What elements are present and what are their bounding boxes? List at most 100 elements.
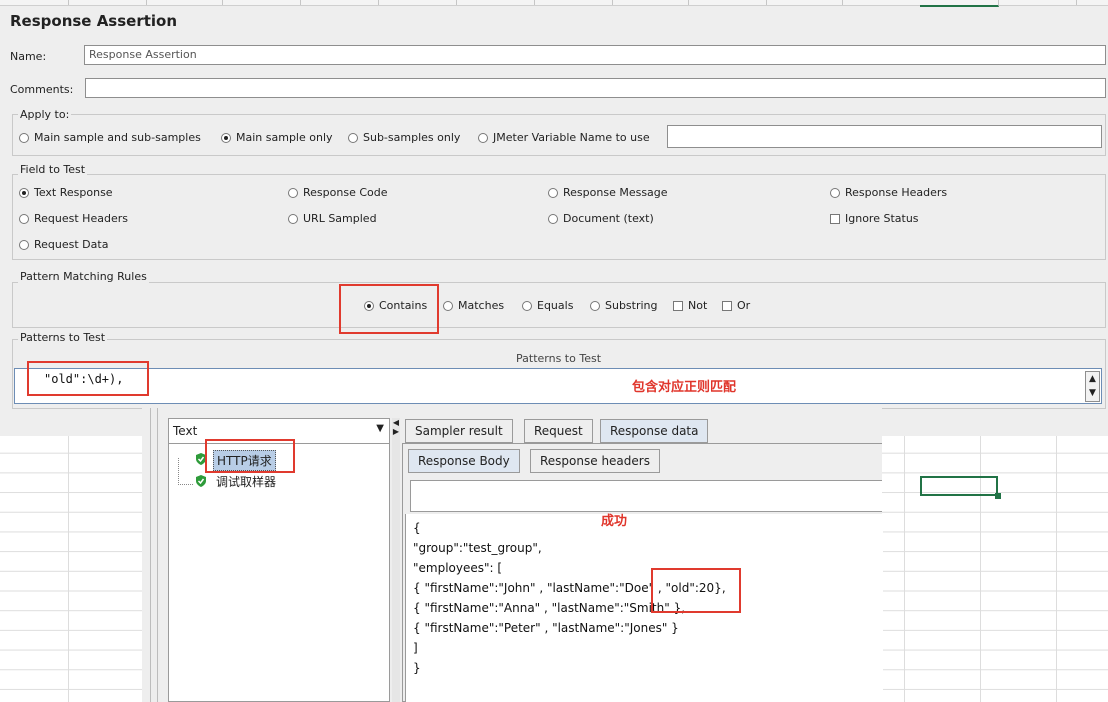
spreadsheet-column-divider (688, 0, 689, 5)
name-label: Name: (10, 50, 47, 63)
radio-matches[interactable]: Matches (443, 299, 504, 312)
checkbox-label: Ignore Status (845, 212, 919, 225)
patterns-legend: Patterns to Test (18, 331, 108, 344)
radio-dot (590, 300, 600, 311)
tab-response-headers[interactable]: Response headers (530, 449, 660, 473)
name-field[interactable]: Response Assertion (84, 45, 1106, 65)
radio-label: Main sample and sub-samples (34, 131, 201, 144)
panel-title: Response Assertion (10, 12, 178, 30)
radio-dot (19, 213, 29, 224)
checkbox-box (673, 300, 683, 311)
radio-dot (443, 300, 453, 311)
spreadsheet-column-divider (456, 0, 457, 5)
radio-url-sampled[interactable]: URL Sampled (288, 212, 377, 225)
tab-response-data[interactable]: Response data (600, 419, 709, 443)
radio-dot (288, 213, 298, 224)
radio-label: Response Code (303, 186, 388, 199)
pane-splitter[interactable]: ◀ ▶ (392, 418, 400, 702)
comments-field[interactable] (85, 78, 1106, 98)
radio-sub-samples-only[interactable]: Sub-samples only (348, 131, 460, 144)
radio-dot (830, 187, 840, 198)
tab-response-body[interactable]: Response Body (408, 449, 520, 473)
response-line: } (413, 661, 421, 675)
radio-response-message[interactable]: Response Message (548, 186, 668, 199)
checkbox-label: Not (688, 299, 708, 312)
radio-main-and-sub-samples[interactable]: Main sample and sub-samples (19, 131, 201, 144)
spreadsheet-column-divider (612, 0, 613, 5)
annotation-regex-match: 包含对应正则匹配 (632, 380, 737, 395)
spreadsheet-column-divider (146, 0, 147, 5)
checkbox-box (830, 213, 840, 224)
success-shield-icon (196, 475, 206, 487)
radio-request-data[interactable]: Request Data (19, 238, 108, 251)
radio-label: Document (text) (563, 212, 654, 225)
spreadsheet-column-divider (300, 0, 301, 5)
scroll-up-icon[interactable]: ▲ (1086, 372, 1099, 386)
radio-dot (348, 132, 358, 143)
checkbox-or[interactable]: Or (722, 299, 750, 312)
radio-response-headers[interactable]: Response Headers (830, 186, 947, 199)
spreadsheet-column-divider (766, 0, 767, 5)
radio-dot (19, 132, 29, 143)
checkbox-not[interactable]: Not (673, 299, 707, 312)
spreadsheet-column-divider (1076, 0, 1077, 5)
radio-dot (19, 239, 29, 250)
response-line: "group":"test_group", (413, 541, 542, 555)
radio-label: Text Response (34, 186, 113, 199)
response-search-field[interactable] (410, 480, 882, 512)
fill-handle[interactable] (995, 493, 1001, 499)
radio-dot (478, 132, 488, 143)
tab-sampler-result[interactable]: Sampler result (405, 419, 513, 443)
radio-jmeter-variable[interactable]: JMeter Variable Name to use (478, 131, 650, 144)
tree-connector (178, 458, 193, 485)
chevron-down-icon[interactable]: ▼ (376, 423, 384, 434)
radio-dot (548, 187, 558, 198)
tab-request[interactable]: Request (524, 419, 593, 443)
panel-border (150, 408, 151, 702)
radio-main-sample-only[interactable]: Main sample only (221, 131, 333, 144)
radio-label: Matches (458, 299, 505, 312)
spreadsheet-active-column (920, 0, 999, 7)
annotation-success: 成功 (601, 514, 628, 529)
radio-dot-selected (19, 187, 29, 198)
radio-response-code[interactable]: Response Code (288, 186, 388, 199)
radio-text-response[interactable]: Text Response (19, 186, 113, 199)
radio-dot (548, 213, 558, 224)
radio-label: Response Headers (845, 186, 948, 199)
splitter-arrows-icon[interactable]: ◀ ▶ (392, 418, 400, 436)
checkbox-box (722, 300, 732, 311)
radio-dot (522, 300, 532, 311)
radio-label: URL Sampled (303, 212, 377, 225)
response-line: { (413, 521, 421, 535)
spreadsheet-column-divider (378, 0, 379, 5)
radio-request-headers[interactable]: Request Headers (19, 212, 128, 225)
radio-label: Main sample only (236, 131, 333, 144)
response-line: { "firstName":"Peter" , "lastName":"Jone… (413, 621, 679, 635)
highlight-box-pattern (27, 361, 149, 396)
tree-node-debug-sampler[interactable]: 调试取样器 (216, 473, 276, 490)
radio-substring[interactable]: Substring (590, 299, 658, 312)
spreadsheet-selected-cell[interactable] (920, 476, 998, 496)
highlight-box-contains (339, 284, 439, 334)
scroll-down-icon[interactable]: ▼ (1086, 386, 1099, 400)
radio-label: JMeter Variable Name to use (493, 131, 650, 144)
radio-label: Response Message (563, 186, 668, 199)
checkbox-ignore-status[interactable]: Ignore Status (830, 212, 919, 225)
radio-document-text[interactable]: Document (text) (548, 212, 654, 225)
spreadsheet-column-divider (842, 0, 843, 5)
jmeter-variable-input[interactable] (667, 125, 1102, 148)
response-line: "employees": [ (413, 561, 503, 575)
patterns-scrollbar[interactable]: ▲ ▼ (1085, 371, 1100, 402)
response-line: { "firstName":"Anna" , "lastName":"Smith… (413, 601, 686, 615)
highlight-box-old-value (651, 568, 741, 613)
panel-border (157, 408, 158, 702)
radio-label: Equals (537, 299, 574, 312)
radio-equals[interactable]: Equals (522, 299, 573, 312)
renderer-select-value: Text (173, 424, 198, 438)
radio-label: Sub-samples only (363, 131, 461, 144)
apply-to-legend: Apply to: (18, 108, 72, 121)
radio-dot (288, 187, 298, 198)
checkbox-label: Or (737, 299, 751, 312)
radio-label: Request Headers (34, 212, 128, 225)
patterns-table[interactable] (14, 368, 1102, 404)
